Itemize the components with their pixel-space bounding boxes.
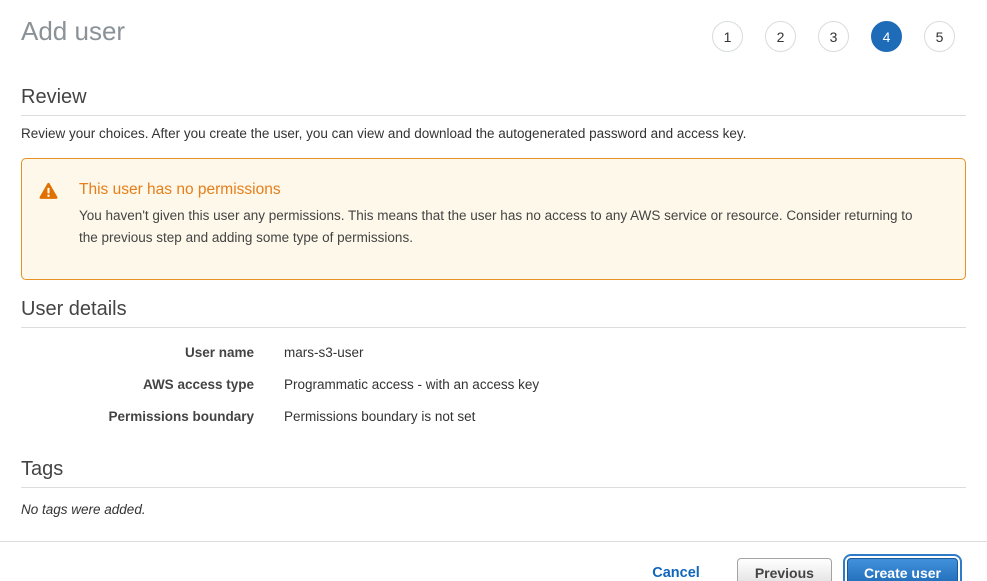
warning-title: This user has no permissions — [79, 181, 935, 199]
wizard-step-indicator: 1 2 3 4 5 — [712, 16, 966, 52]
page-title: Add user — [21, 16, 125, 47]
no-permissions-warning: This user has no permissions You haven't… — [21, 158, 966, 280]
detail-row-user-name: User name mars-s3-user — [21, 345, 966, 360]
wizard-header: Add user 1 2 3 4 5 — [21, 0, 966, 52]
detail-value: Programmatic access - with an access key — [284, 377, 539, 392]
review-section: Review Review your choices. After you cr… — [21, 86, 966, 141]
step-5[interactable]: 5 — [924, 21, 955, 52]
add-user-wizard: Add user 1 2 3 4 5 Review Review your ch… — [0, 0, 987, 517]
tags-heading: Tags — [21, 458, 966, 488]
detail-row-access-type: AWS access type Programmatic access - wi… — [21, 377, 966, 392]
user-details-section: User details User name mars-s3-user AWS … — [21, 298, 966, 424]
review-description: Review your choices. After you create th… — [21, 126, 966, 141]
previous-button[interactable]: Previous — [737, 558, 832, 581]
step-4-current[interactable]: 4 — [871, 21, 902, 52]
wizard-footer: Cancel Previous Create user — [0, 542, 987, 581]
detail-label: User name — [21, 345, 254, 360]
detail-label: AWS access type — [21, 377, 254, 392]
step-2[interactable]: 2 — [765, 21, 796, 52]
step-1[interactable]: 1 — [712, 21, 743, 52]
detail-value: Permissions boundary is not set — [284, 409, 475, 424]
user-details-heading: User details — [21, 298, 966, 328]
tags-empty-text: No tags were added. — [21, 502, 966, 517]
create-user-button[interactable]: Create user — [847, 558, 958, 581]
warning-triangle-icon — [39, 182, 58, 205]
detail-label: Permissions boundary — [21, 409, 254, 424]
warning-body: You haven't given this user any permissi… — [79, 205, 935, 249]
detail-row-permissions-boundary: Permissions boundary Permissions boundar… — [21, 409, 966, 424]
cancel-button[interactable]: Cancel — [652, 565, 700, 581]
step-3[interactable]: 3 — [818, 21, 849, 52]
warning-content: This user has no permissions You haven't… — [79, 181, 935, 249]
tags-section: Tags No tags were added. — [21, 458, 966, 517]
detail-value: mars-s3-user — [284, 345, 364, 360]
review-heading: Review — [21, 86, 966, 116]
